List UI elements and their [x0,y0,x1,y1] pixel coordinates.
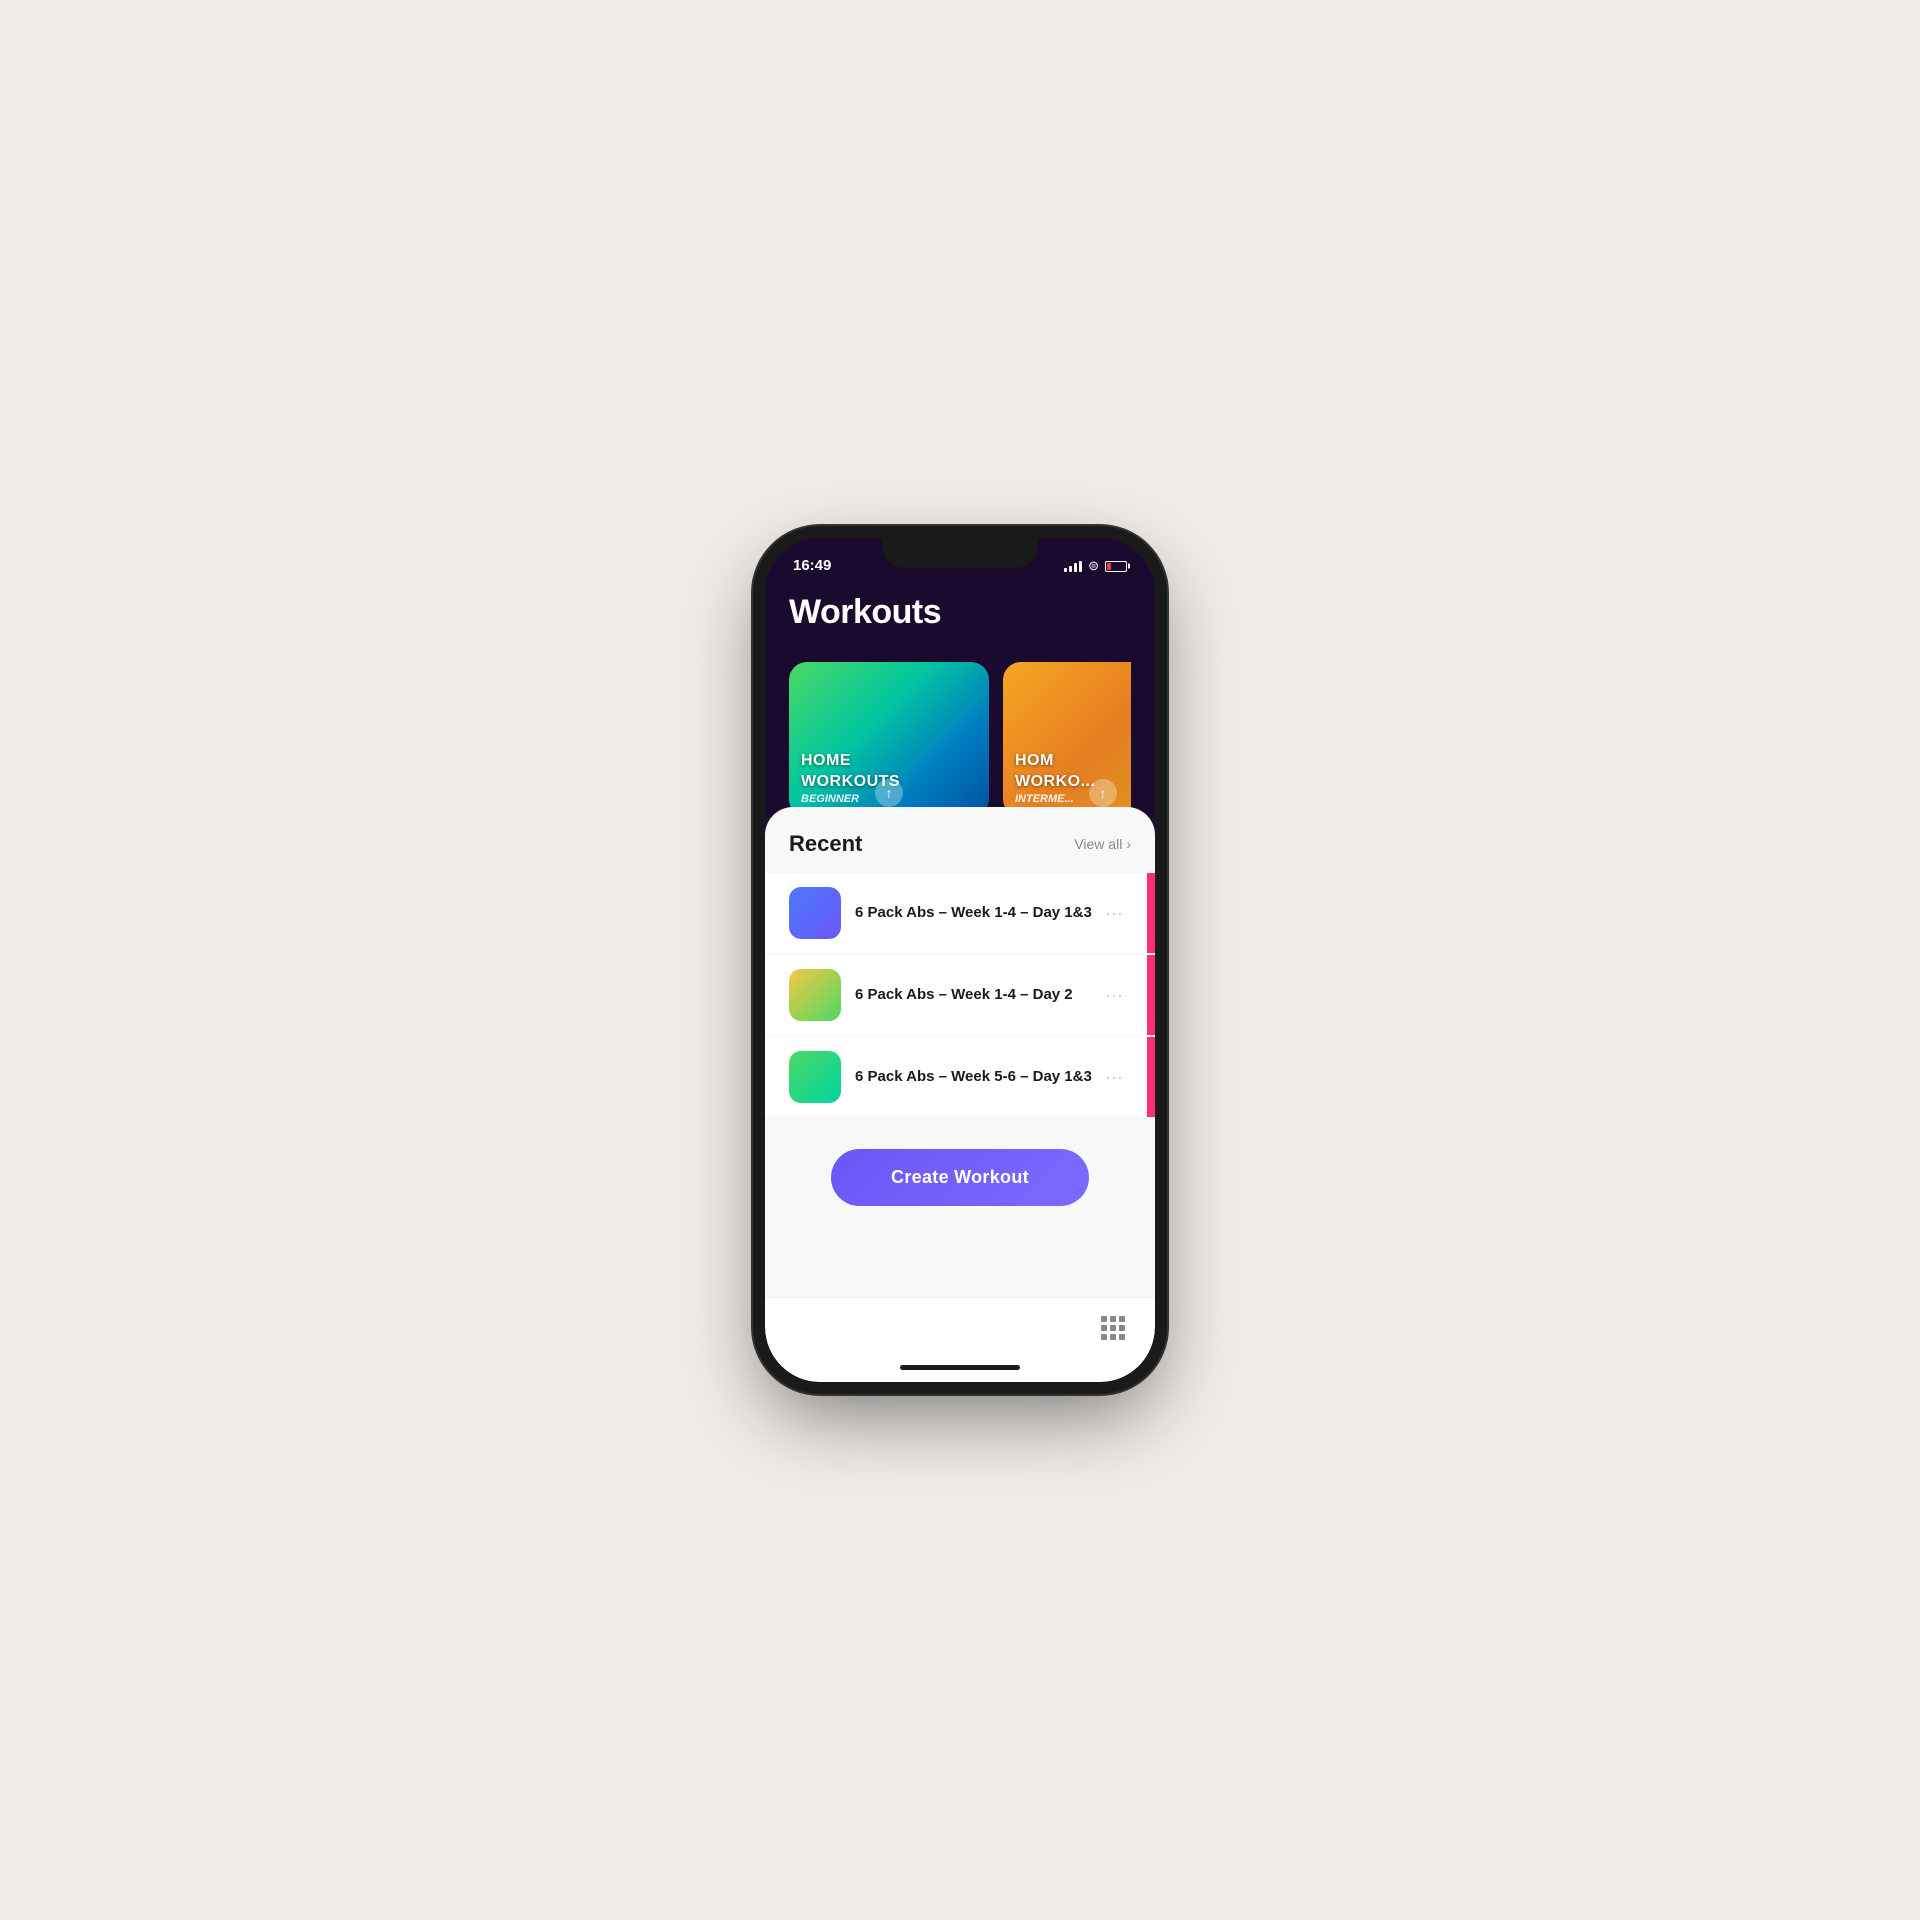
battery-icon [1105,561,1127,572]
workout-thumbnail-1 [789,887,841,939]
chevron-right-icon: › [1126,836,1131,852]
workout-thumbnail-2 [789,969,841,1021]
workout-accent-1 [1147,873,1155,953]
wifi-icon: ⊜ [1088,558,1099,574]
phone-frame: 16:49 ⊜ Workouts [765,538,1155,1382]
card-beginner[interactable]: HOME WORKOUTS BEGINNER ↑ [789,662,989,817]
workout-item-2[interactable]: 6 Pack Abs – Week 1-4 – Day 2 ··· [765,955,1155,1035]
bottom-bar [765,1297,1155,1357]
card-beginner-line1: HOME [801,751,977,772]
workout-name-3: 6 Pack Abs – Week 5-6 – Day 1&3 [855,1068,1092,1085]
home-indicator [765,1357,1155,1382]
recent-header: Recent View all › [765,831,1155,873]
home-bar [900,1365,1020,1370]
workout-menu-button-1[interactable]: ··· [1097,903,1131,924]
signal-bar-4 [1079,561,1082,572]
workout-name-1: 6 Pack Abs – Week 1-4 – Day 1&3 [855,904,1092,921]
signal-bar-1 [1064,568,1067,572]
create-workout-section: Create Workout [765,1119,1155,1226]
view-all-label: View all [1074,836,1122,852]
app-wrapper: 16:49 ⊜ Workouts [765,538,1155,1382]
workout-menu-button-3[interactable]: ··· [1097,1067,1131,1088]
recent-section-title: Recent [789,831,862,857]
workout-item-3[interactable]: 6 Pack Abs – Week 5-6 – Day 1&3 ··· [765,1037,1155,1117]
card-intermediate-arrow-icon: ↑ [1089,779,1117,807]
workout-info-1: 6 Pack Abs – Week 1-4 – Day 1&3 [855,903,1097,923]
workout-accent-3 [1147,1037,1155,1117]
page-title: Workouts [789,593,1131,632]
status-time: 16:49 [793,557,831,574]
carousel-container: HOME WORKOUTS BEGINNER ↑ HOM WORKO... IN… [789,662,1131,817]
main-content: Recent View all › 6 Pack Abs – Week 1-4 … [765,807,1155,1297]
card-intermediate-line1: HOM [1015,751,1131,772]
workout-accent-2 [1147,955,1155,1035]
signal-bar-2 [1069,566,1072,572]
signal-bar-3 [1074,563,1077,572]
screen: 16:49 ⊜ Workouts [765,538,1155,1382]
workout-name-2: 6 Pack Abs – Week 1-4 – Day 2 [855,986,1073,1003]
featured-carousel: HOME WORKOUTS BEGINNER ↑ HOM WORKO... IN… [765,652,1155,817]
create-workout-button[interactable]: Create Workout [831,1149,1089,1206]
workout-list: 6 Pack Abs – Week 1-4 – Day 1&3 ··· 6 Pa… [765,873,1155,1117]
grid-menu-icon[interactable] [1101,1316,1125,1340]
workout-thumbnail-3 [789,1051,841,1103]
view-all-button[interactable]: View all › [1074,836,1131,852]
status-icons: ⊜ [1064,558,1127,574]
workout-item-1[interactable]: 6 Pack Abs – Week 1-4 – Day 1&3 ··· [765,873,1155,953]
workout-info-3: 6 Pack Abs – Week 5-6 – Day 1&3 [855,1067,1097,1087]
card-beginner-arrow-icon: ↑ [875,779,903,807]
workout-info-2: 6 Pack Abs – Week 1-4 – Day 2 [855,985,1097,1005]
card-intermediate[interactable]: HOM WORKO... INTERME... ↑ [1003,662,1131,817]
battery-fill [1107,563,1111,570]
signal-bars-icon [1064,561,1082,572]
workout-menu-button-2[interactable]: ··· [1097,985,1131,1006]
notch [883,538,1038,568]
